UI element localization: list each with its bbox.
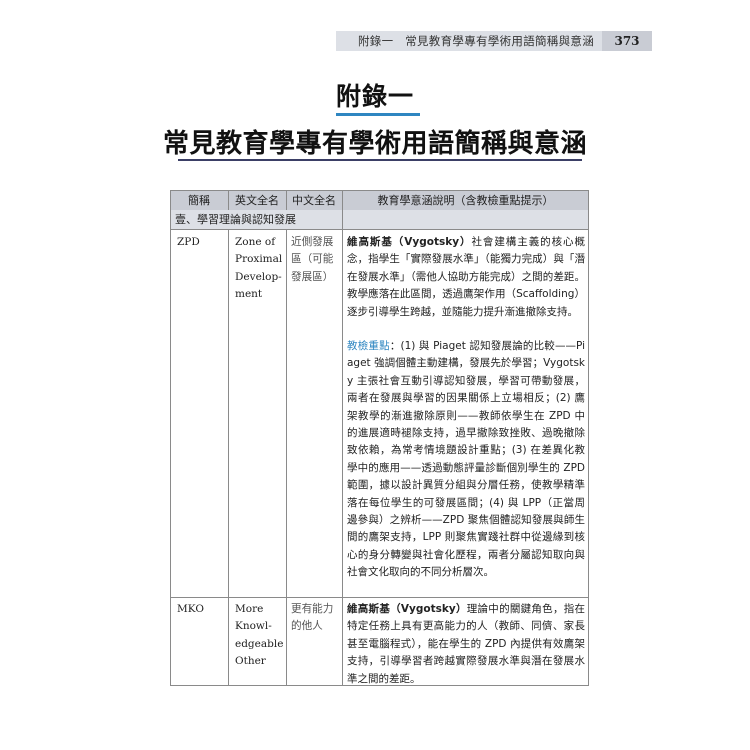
row-separator bbox=[171, 597, 588, 598]
appendix-label: 附錄一 bbox=[335, 82, 414, 111]
header-abbr: 簡稱 bbox=[188, 194, 210, 207]
chinese-line: 更有能力 bbox=[291, 603, 334, 615]
section-row: 壹、學習理論與認知發展 bbox=[171, 210, 588, 230]
table-cell-abbr: ZPD bbox=[177, 236, 200, 248]
table-cell-english: Zone of Proximal Develop- ment bbox=[235, 234, 285, 304]
table-cell-english: More Knowl- edgeable Other bbox=[235, 601, 285, 671]
header-description: 教育學意涵說明（含教檢重點提示） bbox=[377, 194, 554, 207]
table-cell-description: 維高斯基（Vygotsky）理論中的關鍵角色，指在特定任務上具有更高能力的人（教… bbox=[347, 601, 585, 688]
english-line: edgeable bbox=[235, 637, 284, 650]
table-cell-chinese: 更有能力 的他人 bbox=[291, 601, 341, 636]
english-line: Proximal bbox=[235, 253, 283, 266]
description-text: 社會建構主義的核心概念，指學生「實際發展水準」（能獨力完成）與「潛在發展水準」（… bbox=[347, 236, 586, 318]
table-header-row: 簡稱 英文全名 中文全名 教育學意涵說明（含教檢重點提示） bbox=[171, 191, 588, 211]
english-line: Zone of bbox=[235, 236, 276, 248]
description-term-bold: 維高斯基（Vygotsky） bbox=[347, 236, 472, 248]
chinese-line: 的他人 bbox=[291, 620, 323, 633]
column-divider bbox=[228, 191, 229, 210]
description-term-bold: 維高斯基（Vygotsky） bbox=[347, 603, 467, 615]
chapter-title: 常見教育學專有學術用語簡稱與意涵 bbox=[162, 129, 587, 159]
terms-table: 簡稱 英文全名 中文全名 教育學意涵說明（含教檢重點提示） 壹、學習理論與認知發… bbox=[170, 190, 589, 686]
page-number: 373 bbox=[602, 31, 652, 51]
chinese-line: 發展區） bbox=[291, 270, 334, 283]
running-header: 附錄一 常見教育學專有學術用語簡稱與意涵 373 bbox=[336, 31, 652, 51]
english-line: Other bbox=[235, 655, 266, 668]
column-divider bbox=[286, 191, 287, 210]
running-header-title: 附錄一 常見教育學專有學術用語簡稱與意涵 bbox=[358, 34, 594, 48]
exam-text: ：(1) 與 Piaget 認知發展論的比較——Piaget 強調個體主動建構，… bbox=[347, 340, 586, 579]
table-cell-description: 維高斯基（Vygotsky）社會建構主義的核心概念，指學生「實際發展水準」（能獨… bbox=[347, 234, 585, 321]
english-line: Knowl- bbox=[235, 620, 272, 633]
column-divider bbox=[342, 191, 343, 685]
exam-label: 教檢重點 bbox=[347, 340, 390, 352]
english-line: More bbox=[235, 603, 264, 615]
english-line: ment bbox=[235, 288, 263, 301]
header-english: 英文全名 bbox=[235, 194, 279, 207]
title-underline bbox=[178, 159, 582, 161]
chinese-line: 區（可能 bbox=[291, 253, 334, 266]
chinese-line: 近側發展 bbox=[291, 236, 334, 248]
document-page: 附錄一 常見教育學專有學術用語簡稱與意涵 373 附錄一 常見教育學專有學術用語… bbox=[0, 0, 750, 750]
table-cell-chinese: 近側發展 區（可能 發展區） bbox=[291, 234, 341, 286]
appendix-underline bbox=[336, 113, 420, 116]
section-title: 壹、學習理論與認知發展 bbox=[175, 213, 296, 226]
table-cell-abbr: MKO bbox=[177, 603, 204, 615]
table-cell-exam-notes: 教檢重點：(1) 與 Piaget 認知發展論的比較——Piaget 強調個體主… bbox=[347, 338, 585, 582]
header-chinese: 中文全名 bbox=[292, 194, 336, 207]
column-divider bbox=[228, 230, 229, 685]
column-divider bbox=[286, 230, 287, 685]
english-line: Develop- bbox=[235, 270, 282, 283]
description-text: 理論中的關鍵角色，指在特定任務上具有更高能力的人（教師、同儕、家長甚至電腦程式）… bbox=[347, 603, 586, 685]
